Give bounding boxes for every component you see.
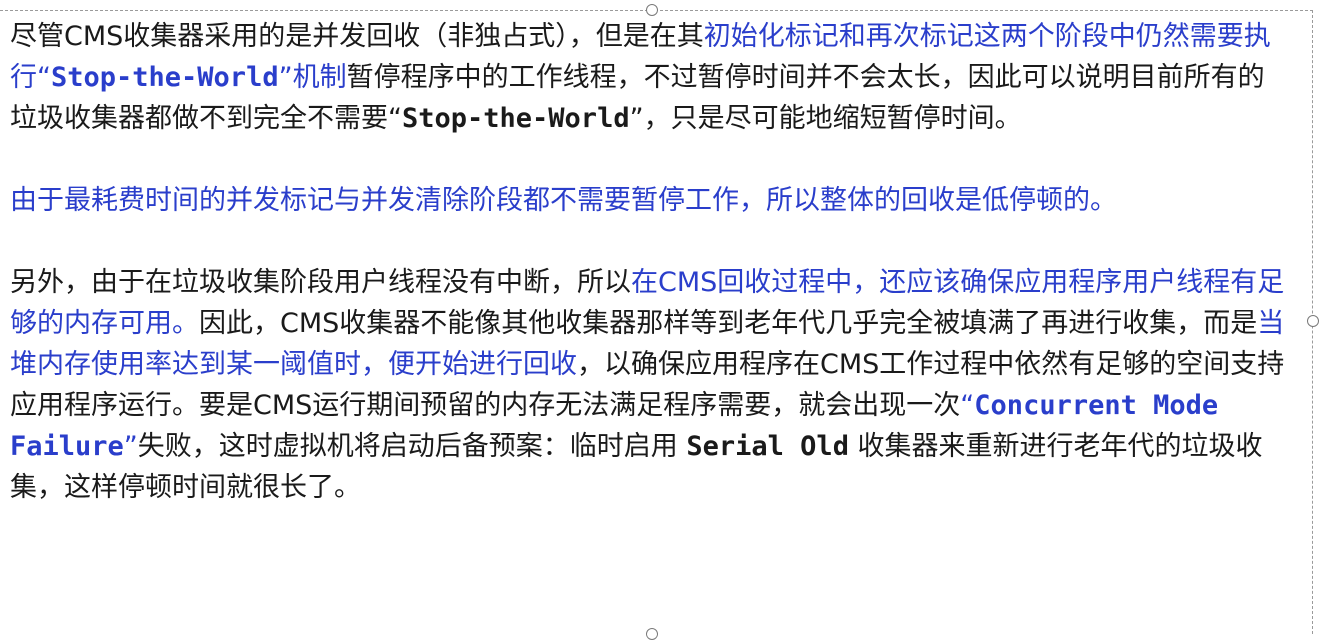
text-run: 尽管 (10, 21, 64, 52)
highlighted-text-run: ”机制 (278, 62, 347, 93)
highlighted-text-run: 由于最耗费时间的并发标记与并发清除阶段都不需要暂停工作，所以整体的回收是低停顿的… (10, 185, 1117, 216)
paragraph-low-pause: 由于最耗费时间的并发标记与并发清除阶段都不需要暂停工作，所以整体的回收是低停顿的… (10, 180, 1290, 221)
paragraph-concurrent-mode-failure: 另外，由于在垃圾收集阶段用户线程没有中断，所以在CMS回收过程中，还应该确保应用… (10, 262, 1290, 508)
highlighted-text-run: “ (960, 390, 975, 421)
text-run: 收集器采用的是并发回收（非独占式），但是在其 (123, 21, 704, 52)
code-run: Serial Old (686, 431, 849, 462)
text-run: ”，只是尽可能地缩短暂停时间。 (629, 103, 1022, 134)
code-run: Stop-the-World (402, 103, 630, 134)
resize-handle-right[interactable] (1307, 315, 1319, 327)
highlighted-code-run: Stop-the-World (51, 62, 279, 93)
text-box-content[interactable]: 尽管CMS收集器采用的是并发回收（非独占式），但是在其初始化标记和再次标记这两个… (10, 16, 1290, 508)
text-run: 另外，由于在垃圾收集阶段用户线程没有中断，所以 (10, 267, 631, 298)
resize-handle-top[interactable] (646, 4, 658, 16)
text-run: 失败，这时虚拟机将启动后备预案：临时启用 (137, 431, 687, 462)
paragraph-cms-stop-the-world: 尽管CMS收集器采用的是并发回收（非独占式），但是在其初始化标记和再次标记这两个… (10, 16, 1290, 139)
text-run: 因此，CMS收集器不能像其他收集器那样等到老年代几乎完全被填满了再进行收集，而是 (199, 308, 1258, 339)
text-run: CMS (64, 21, 124, 52)
highlighted-text-run: “ (37, 62, 51, 93)
resize-handle-bottom[interactable] (646, 628, 658, 640)
highlighted-text-run: ” (123, 431, 138, 462)
